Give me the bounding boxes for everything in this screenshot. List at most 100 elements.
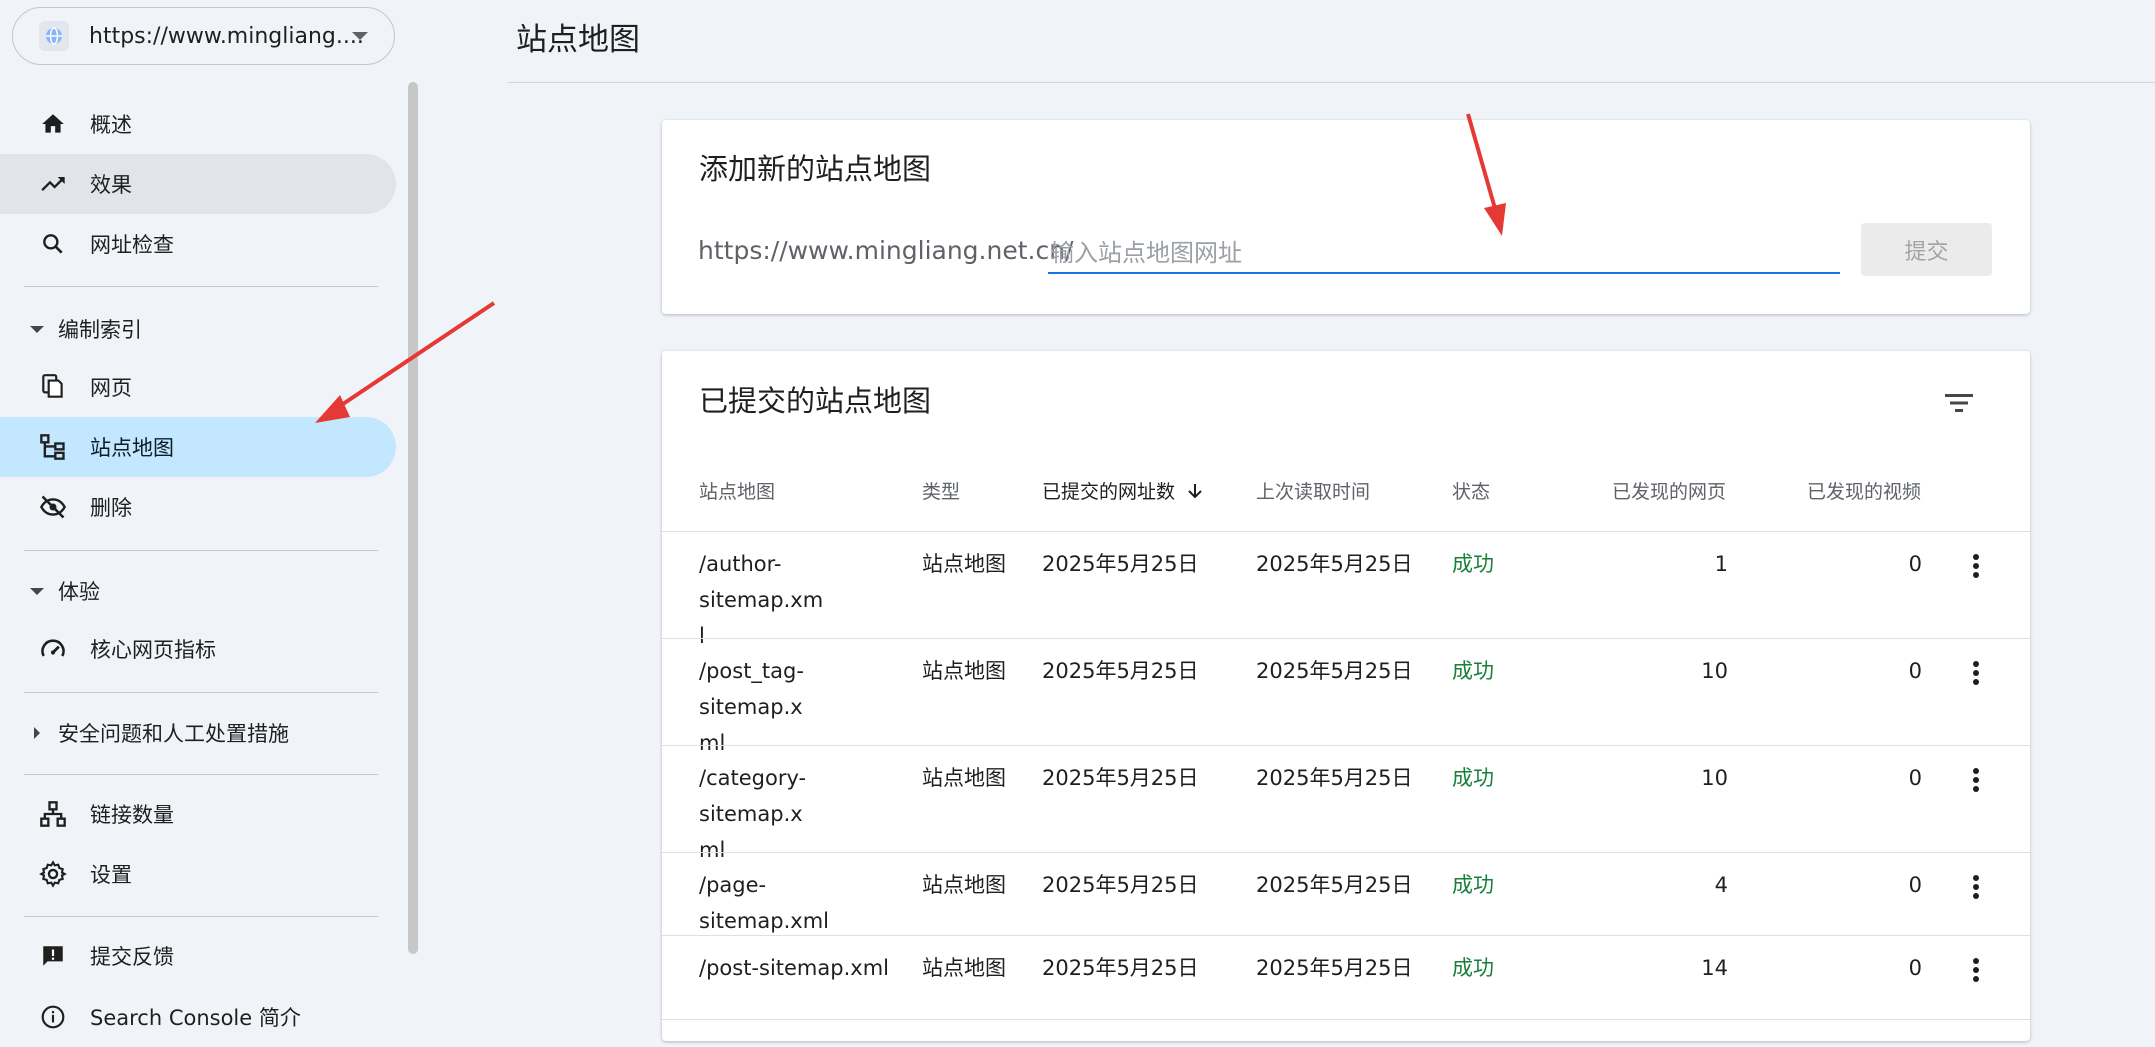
col-sitemap[interactable]: 站点地图 [699, 477, 775, 504]
sitemap-path-line: /post_tag-sitemap.x [699, 659, 804, 719]
sidebar-scrollbar[interactable] [408, 82, 418, 954]
last-read-date: 2025年5月25日 [1256, 873, 1413, 897]
nav-url-inspection[interactable]: 网址检查 [0, 214, 396, 274]
submitted-date: 2025年5月25日 [1042, 766, 1199, 790]
discovered-videos: 0 [1908, 766, 1922, 790]
col-submitted-label: 已提交的网址数 [1042, 481, 1176, 503]
last-read-date: 2025年5月25日 [1256, 956, 1413, 980]
feedback-icon [38, 941, 68, 971]
discovered-pages: 1 [1714, 552, 1728, 576]
url-prefix: https://www.mingliang.net.cn/ [698, 236, 1074, 265]
sitemap-path-line: /page-sitemap.xml [699, 873, 829, 933]
divider [24, 774, 378, 775]
nav-performance[interactable]: 效果 [0, 154, 396, 214]
nav-overview-label: 概述 [90, 113, 132, 137]
nav-settings[interactable]: 设置 [0, 844, 396, 904]
sitemap-type: 站点地图 [922, 956, 1006, 980]
search-icon [38, 229, 68, 259]
more-vert-icon[interactable] [1962, 546, 1990, 586]
submitted-date: 2025年5月25日 [1042, 956, 1199, 980]
nav-feedback-label: 提交反馈 [90, 945, 174, 969]
sitemap-path-line: /category-sitemap.x [699, 766, 807, 826]
nav-feedback[interactable]: 提交反馈 [0, 926, 396, 986]
nav-sitemaps[interactable]: 站点地图 [0, 417, 396, 477]
last-read-date: 2025年5月25日 [1256, 552, 1413, 576]
sitemap-type: 站点地图 [922, 873, 1006, 897]
col-last-read[interactable]: 上次读取时间 [1256, 477, 1370, 504]
caret-down-icon [30, 587, 44, 595]
sitemap-type: 站点地图 [922, 659, 1006, 683]
col-submitted[interactable]: 已提交的网址数 [1042, 477, 1205, 504]
status-text: 成功 [1452, 766, 1494, 790]
table-row[interactable]: /page-sitemap.xml 站点地图 2025年5月25日 2025年5… [662, 852, 2030, 936]
table-row[interactable]: /author-sitemap.xm l 站点地图 2025年5月25日 202… [662, 531, 2030, 648]
gear-icon [38, 859, 68, 889]
table-row[interactable]: /post_tag-sitemap.x ml 站点地图 2025年5月25日 2… [662, 638, 2030, 755]
sitemap-url-input[interactable] [1048, 234, 1840, 274]
info-icon [38, 1002, 68, 1032]
last-read-date: 2025年5月25日 [1256, 766, 1413, 790]
submitted-date: 2025年5月25日 [1042, 659, 1199, 683]
table-row[interactable]: /category-sitemap.x ml 站点地图 2025年5月25日 2… [662, 745, 2030, 862]
nav-core-web-vitals[interactable]: 核心网页指标 [0, 619, 396, 679]
page-title: 站点地图 [516, 22, 640, 58]
submitted-sitemaps-card: 已提交的站点地图 站点地图 类型 已提交的网址数 上次读取时间 状态 已发现的网… [662, 351, 2030, 1041]
nav-about[interactable]: Search Console 简介 [0, 987, 396, 1047]
divider [24, 286, 378, 287]
sitemap-path[interactable]: /post-sitemap.xml [699, 950, 894, 986]
status-text: 成功 [1452, 956, 1494, 980]
discovered-videos: 0 [1908, 552, 1922, 576]
header-divider [508, 82, 2155, 83]
caret-down-icon [30, 325, 44, 333]
nav-pages[interactable]: 网页 [0, 357, 396, 417]
col-status[interactable]: 状态 [1452, 477, 1490, 504]
section-security-label: 安全问题和人工处置措施 [58, 722, 289, 746]
discovered-pages: 4 [1714, 873, 1728, 897]
divider [24, 916, 378, 917]
discovered-videos: 0 [1908, 956, 1922, 980]
submitted-date: 2025年5月25日 [1042, 873, 1199, 897]
more-vert-icon[interactable] [1962, 760, 1990, 800]
col-videos[interactable]: 已发现的视频 [1807, 477, 1921, 504]
sitemap-path[interactable]: /page-sitemap.xml [699, 867, 894, 939]
nav-core-web-vitals-label: 核心网页指标 [90, 638, 216, 662]
sitemap-icon [38, 432, 68, 462]
add-sitemap-title: 添加新的站点地图 [699, 152, 932, 186]
section-experience[interactable]: 体验 [30, 576, 100, 606]
section-indexing[interactable]: 编制索引 [30, 314, 142, 344]
nav-links-label: 链接数量 [90, 803, 174, 827]
more-vert-icon[interactable] [1962, 950, 1990, 990]
discovered-pages: 14 [1701, 956, 1728, 980]
table-row-divider [662, 1019, 2030, 1020]
more-vert-icon[interactable] [1962, 867, 1990, 907]
speed-gauge-icon [38, 634, 68, 664]
home-icon [38, 109, 68, 139]
links-tree-icon [38, 799, 68, 829]
col-type[interactable]: 类型 [922, 477, 960, 504]
nav-removals[interactable]: 删除 [0, 477, 396, 537]
filter-icon[interactable] [1939, 383, 1979, 423]
more-vert-icon[interactable] [1962, 653, 1990, 693]
section-security[interactable]: 安全问题和人工处置措施 [30, 718, 289, 748]
nav-pages-label: 网页 [90, 376, 132, 400]
divider [24, 692, 378, 693]
globe-icon [39, 21, 69, 51]
last-read-date: 2025年5月25日 [1256, 659, 1413, 683]
property-selector[interactable]: https://www.mingliang.... [12, 7, 395, 65]
discovered-pages: 10 [1701, 659, 1728, 683]
submit-button[interactable]: 提交 [1861, 223, 1992, 276]
col-pages[interactable]: 已发现的网页 [1612, 477, 1726, 504]
arrow-down-icon [1188, 483, 1202, 498]
nav-settings-label: 设置 [90, 863, 132, 887]
nav-overview[interactable]: 概述 [0, 94, 396, 154]
discovered-videos: 0 [1908, 659, 1922, 683]
table-row[interactable]: /post-sitemap.xml 站点地图 2025年5月25日 2025年5… [662, 935, 2030, 1020]
status-text: 成功 [1452, 659, 1494, 683]
nav-sitemaps-label: 站点地图 [90, 436, 174, 460]
pages-icon [38, 372, 68, 402]
sitemap-path-line: /post-sitemap.xml [699, 956, 889, 980]
submitted-date: 2025年5月25日 [1042, 552, 1199, 576]
sitemap-path-line: /author-sitemap.xm [699, 552, 824, 612]
nav-url-inspection-label: 网址检查 [90, 233, 174, 257]
nav-links[interactable]: 链接数量 [0, 784, 396, 844]
